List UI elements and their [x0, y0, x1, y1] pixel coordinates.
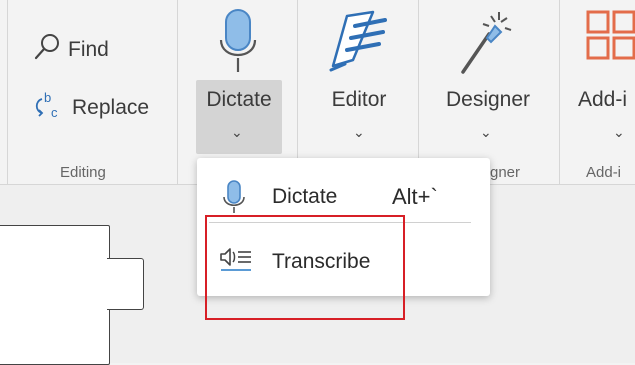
replace-label: Replace: [72, 96, 150, 119]
menu-item-dictate[interactable]: Dictate Alt+`: [197, 168, 490, 222]
designer-group-label: gner: [490, 164, 521, 181]
editing-group-label: Editing: [60, 164, 106, 181]
replace-icon: b c: [32, 90, 66, 126]
microphone-icon: [223, 180, 245, 219]
menu-item-dictate-shortcut: Alt+`: [392, 184, 438, 209]
group-separator: [297, 0, 298, 184]
dictate-label: Dictate: [206, 88, 272, 111]
menu-item-dictate-label: Dictate: [272, 185, 338, 208]
find-button[interactable]: Find: [32, 32, 109, 68]
addins-group-label: Add-i: [586, 164, 622, 181]
group-separator: [7, 0, 8, 184]
document-shape[interactable]: [0, 225, 110, 365]
group-separator: [418, 0, 419, 184]
document-shape-tab[interactable]: [107, 258, 144, 310]
group-separator: [559, 0, 560, 184]
group-separator: [177, 0, 178, 184]
svg-text:c: c: [51, 105, 58, 120]
designer-brush-icon: [455, 8, 517, 83]
designer-button[interactable]: Designer: [438, 88, 538, 112]
editor-button[interactable]: Editor: [320, 88, 398, 112]
search-icon: [32, 32, 62, 68]
addins-grid-icon: [586, 10, 635, 77]
chevron-down-icon[interactable]: ⌄: [353, 124, 365, 141]
addins-button[interactable]: Add-i: [578, 88, 635, 112]
chevron-down-icon[interactable]: ⌄: [480, 124, 492, 141]
microphone-icon: [219, 8, 257, 79]
replace-button[interactable]: b c Replace: [32, 90, 149, 126]
svg-text:b: b: [44, 90, 51, 105]
editor-pen-icon: [325, 8, 391, 83]
highlight-annotation-box: [205, 215, 405, 320]
find-label: Find: [68, 38, 109, 61]
chevron-down-icon[interactable]: ⌄: [231, 124, 243, 141]
chevron-down-icon[interactable]: ⌄: [613, 124, 625, 141]
